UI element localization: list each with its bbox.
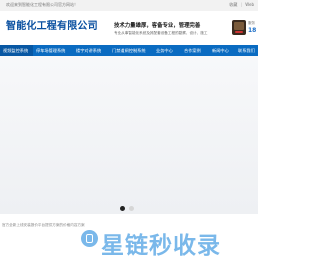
nav-item-video-surveillance[interactable]: 视频监控系统	[0, 45, 33, 56]
top-links: 收藏 | Web	[227, 2, 254, 8]
notice-bar: 官方全新上线安装报价平台提供方案的价格内容方案	[0, 214, 258, 227]
web-link[interactable]: Web	[245, 2, 254, 7]
favorite-link[interactable]: 收藏	[229, 2, 237, 7]
notice-text[interactable]: 官方全新上线安装报价平台提供方案的价格内容方案	[2, 223, 85, 228]
nav-item-intercom[interactable]: 楼宇对讲系统	[76, 45, 101, 56]
nav-item-parking[interactable]: 停车场管理系统	[36, 45, 65, 56]
hotline-label: 服务	[248, 21, 255, 25]
site-header: 智能化工程有限公司 技术力量雄厚，客备专业，管理完善 专业从事智能化系统及其配套…	[0, 11, 258, 45]
main-nav: 视频监控系统 停车场管理系统 楼宇对讲系统 门禁道闸控制系统 业务中心 合作案例…	[0, 45, 258, 56]
hotline-robot-icon	[232, 20, 246, 35]
banner-pagination	[120, 206, 140, 212]
nav-item-cases[interactable]: 合作案例	[184, 45, 201, 56]
nav-item-news[interactable]: 新闻中心	[212, 45, 229, 56]
welcome-text: 欢迎来到智能化工程有限公司官方网站！	[6, 2, 78, 7]
hero-banner[interactable]	[0, 56, 258, 214]
banner-dot-2[interactable]	[129, 206, 134, 211]
watermark-badge-icon	[81, 230, 98, 247]
watermark-text: 星链秒收录	[101, 233, 221, 259]
header-slogan: 技术力量雄厚，客备专业，管理完善	[114, 23, 201, 29]
banner-dot-1[interactable]	[120, 206, 125, 211]
top-link-separator: |	[240, 2, 242, 7]
header-slogan-sub: 专业从事智能化系统及其配套设备工程的勘察、设计、施工	[114, 31, 208, 35]
nav-item-access-control[interactable]: 门禁道闸控制系统	[112, 45, 146, 56]
nav-item-business[interactable]: 业务中心	[156, 45, 173, 56]
company-logo-text[interactable]: 智能化工程有限公司	[6, 17, 98, 32]
hotline-number: 18	[248, 27, 257, 34]
nav-item-contact[interactable]: 联系我们	[238, 45, 255, 56]
